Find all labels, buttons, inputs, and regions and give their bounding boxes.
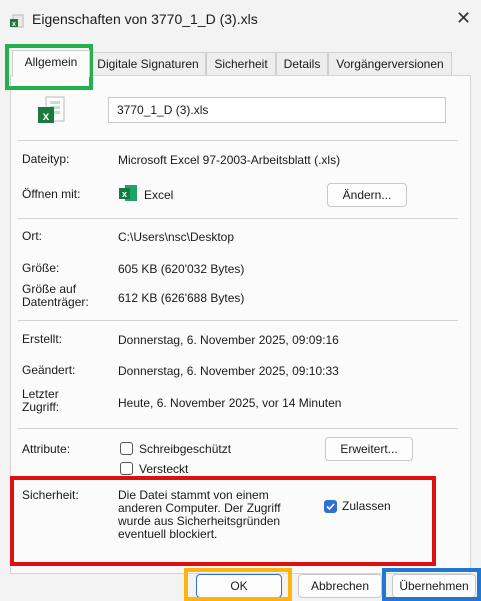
close-icon[interactable]: ✕ <box>456 8 471 29</box>
divider <box>18 428 458 429</box>
attributes-label: Attribute: <box>22 442 71 456</box>
advanced-button[interactable]: Erweitert... <box>325 437 413 461</box>
divider <box>18 320 458 321</box>
excel-file-icon: x <box>38 96 65 123</box>
svg-text:x: x <box>12 21 16 28</box>
filetype-label: Dateityp: <box>22 152 70 166</box>
location-value: C:\Users\nsc\Desktop <box>118 230 235 244</box>
size-label: Größe: <box>22 261 60 275</box>
tab-vorgaengerversionen[interactable]: Vorgängerversionen <box>328 52 452 76</box>
tab-details[interactable]: Details <box>276 52 328 76</box>
disksize-label-line2: Datenträger: <box>22 295 89 309</box>
openwith-app: Excel <box>144 188 174 202</box>
readonly-checkbox[interactable] <box>120 442 133 455</box>
openwith-label: Öffnen mit: <box>22 187 81 201</box>
window-title: Eigenschaften von 3770_1_D (3).xls <box>32 11 258 27</box>
hidden-label: Versteckt <box>139 462 189 476</box>
filename-field[interactable]: 3770_1_D (3).xls <box>108 97 446 123</box>
excel-file-icon: x <box>10 14 24 28</box>
location-label: Ort: <box>22 229 42 243</box>
svg-text:x: x <box>122 189 127 199</box>
created-value: Donnerstag, 6. November 2025, 09:09:16 <box>118 333 339 347</box>
tab-allgemein[interactable]: Allgemein <box>12 50 90 77</box>
tab-strip: Allgemein Digitale Signaturen Sicherheit… <box>0 50 481 77</box>
readonly-label: Schreibgeschützt <box>139 442 232 456</box>
tab-digitale-signaturen[interactable]: Digitale Signaturen <box>90 52 206 76</box>
highlight-apply-box <box>382 568 481 601</box>
cancel-button[interactable]: Abbrechen <box>298 574 382 598</box>
highlight-security-box <box>10 476 436 566</box>
svg-text:x: x <box>43 109 50 123</box>
created-label: Erstellt: <box>22 332 63 346</box>
divider <box>18 140 458 141</box>
modified-label: Geändert: <box>22 363 76 377</box>
accessed-value: Heute, 6. November 2025, vor 14 Minuten <box>118 396 342 410</box>
disksize-value: 612 KB (626'688 Bytes) <box>118 291 245 305</box>
filetype-value: Microsoft Excel 97-2003-Arbeitsblatt (.x… <box>118 153 341 167</box>
accessed-label-line2: Zugriff: <box>22 400 60 414</box>
title-bar: x Eigenschaften von 3770_1_D (3).xls ✕ <box>0 0 481 40</box>
divider <box>18 218 458 219</box>
modified-value: Donnerstag, 6. November 2025, 09:10:33 <box>118 364 339 378</box>
excel-app-icon: x <box>119 185 137 201</box>
change-button[interactable]: Ändern... <box>327 183 407 207</box>
tab-sicherheit[interactable]: Sicherheit <box>206 52 276 76</box>
size-value: 605 KB (620'032 Bytes) <box>118 262 245 276</box>
highlight-ok-box <box>184 568 292 601</box>
hidden-checkbox[interactable] <box>120 462 133 475</box>
